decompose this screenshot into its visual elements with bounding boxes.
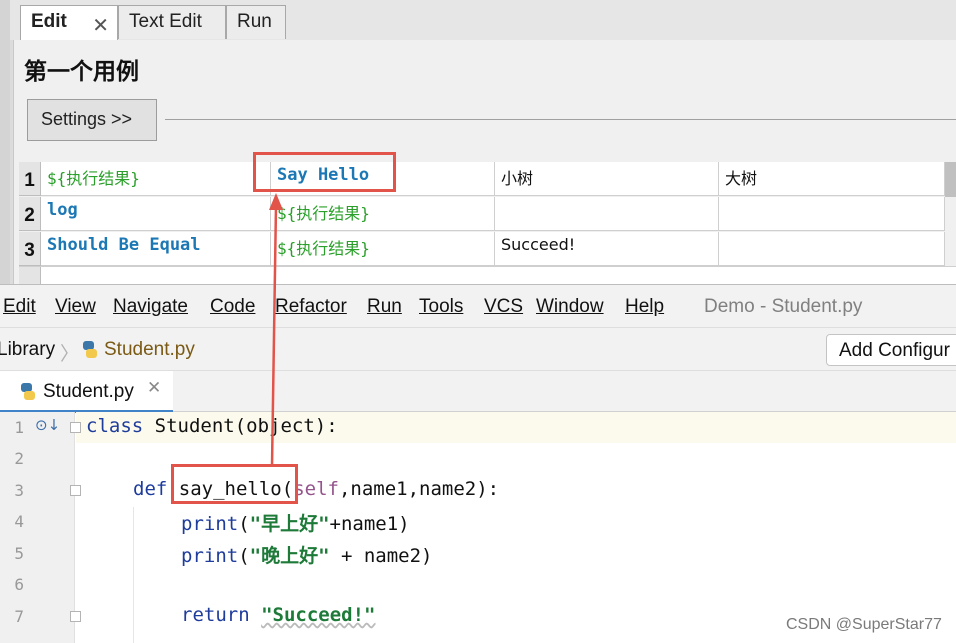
table-row <box>19 266 956 285</box>
table-row: 2 log ${执行结果} <box>19 197 956 231</box>
menu-help[interactable]: Help <box>625 296 664 318</box>
chevron-right-icon: 〉 <box>60 344 80 365</box>
code-text: class Student(object): <box>86 415 338 437</box>
table-cell[interactable]: 大树 <box>719 162 945 196</box>
table-cell[interactable]: log <box>41 197 271 231</box>
line-number: 3 <box>14 481 24 500</box>
python-file-icon <box>21 383 35 400</box>
ride-editor: Edit ✕ Text Edit Run 第一个用例 Settings >> 1… <box>0 0 956 285</box>
fold-icon[interactable] <box>70 611 81 622</box>
table-row: 1 ${执行结果} Say Hello 小树 大树 <box>19 162 956 196</box>
menu-navigate[interactable]: Navigate <box>113 296 188 318</box>
code-line[interactable]: 6 <box>0 569 956 600</box>
code-line[interactable]: 4 print("早上好"+name1) <box>0 506 956 537</box>
menu-code[interactable]: Code <box>210 296 255 318</box>
annotation-box-keyword <box>253 152 396 192</box>
annotation-box-function <box>171 464 298 504</box>
line-number: 2 <box>14 449 24 468</box>
tab-text-edit-label: Text Edit <box>129 11 202 32</box>
menu-bar: Edit View Navigate Code Refactor Run Too… <box>0 285 956 327</box>
tab-edit[interactable]: Edit ✕ <box>20 5 118 41</box>
menu-run[interactable]: Run <box>367 296 402 318</box>
table-cell[interactable]: ${执行结果} <box>41 162 271 196</box>
table-cell[interactable]: 小树 <box>495 162 719 196</box>
code-text: return "Succeed!" <box>181 604 376 626</box>
table-cell[interactable]: ${执行结果} <box>271 232 495 266</box>
table-cell[interactable] <box>719 197 945 231</box>
breadcrumb: Library 〉 Student.py Add Configur <box>0 327 956 370</box>
menu-vcs[interactable]: VCS <box>484 296 523 318</box>
tab-student-py[interactable]: Student.py ✕ <box>0 371 173 413</box>
page-title: 第一个用例 <box>24 59 139 85</box>
code-text: print("早上好"+name1) <box>181 513 410 535</box>
tab-text-edit[interactable]: Text Edit <box>118 5 226 39</box>
table-row: 3 Should Be Equal ${执行结果} Succeed! <box>19 232 956 266</box>
table-cell[interactable] <box>495 197 719 231</box>
fold-icon[interactable] <box>70 422 81 433</box>
menu-refactor[interactable]: Refactor <box>275 296 347 318</box>
line-number: 6 <box>14 575 24 594</box>
pycharm-ide: Edit View Navigate Code Refactor Run Too… <box>0 284 956 643</box>
code-line[interactable]: 2 <box>0 443 956 474</box>
close-icon[interactable]: ✕ <box>92 13 109 38</box>
tab-run-label: Run <box>237 11 272 32</box>
code-line[interactable]: 5 print("晚上好" + name2) <box>0 538 956 569</box>
table-cell[interactable]: Should Be Equal <box>41 232 271 266</box>
row-number[interactable]: 2 <box>19 197 41 231</box>
add-configuration-button[interactable]: Add Configur <box>826 334 956 366</box>
divider <box>165 119 956 120</box>
menu-tools[interactable]: Tools <box>419 296 463 318</box>
code-line[interactable]: 3 def say_hello(self,name1,name2): <box>0 475 956 506</box>
tab-run[interactable]: Run <box>226 5 286 39</box>
code-text: print("晚上好" + name2) <box>181 545 433 567</box>
table-cell[interactable]: ${执行结果} <box>271 197 495 231</box>
table-cell[interactable] <box>719 232 945 266</box>
settings-button[interactable]: Settings >> <box>27 99 157 141</box>
code-line[interactable]: 1 ⊙↓ class Student(object): <box>0 412 956 443</box>
menu-view[interactable]: View <box>55 296 96 318</box>
menu-edit[interactable]: Edit <box>3 296 36 318</box>
editor-tab-bar: Student.py ✕ <box>0 370 956 413</box>
fold-icon[interactable] <box>70 485 81 496</box>
ride-tab-bar: Edit ✕ Text Edit Run <box>10 0 956 41</box>
table-cell[interactable]: Succeed! <box>495 232 719 266</box>
python-file-icon <box>83 341 97 358</box>
row-number[interactable]: 3 <box>19 232 41 266</box>
line-number: 1 <box>14 418 24 437</box>
close-icon[interactable]: ✕ <box>147 378 161 398</box>
row-number[interactable]: 1 <box>19 162 41 196</box>
window-title: Demo - Student.py <box>704 296 863 317</box>
implementation-marker-icon[interactable]: ⊙↓ <box>35 416 60 434</box>
tab-edit-label: Edit <box>31 11 67 32</box>
breadcrumb-library[interactable]: Library <box>0 339 55 361</box>
scrollbar-thumb[interactable] <box>945 162 956 197</box>
breadcrumb-student-py[interactable]: Student.py <box>104 339 195 361</box>
line-number: 4 <box>14 512 24 531</box>
watermark: CSDN @SuperStar77 <box>786 616 942 633</box>
menu-window[interactable]: Window <box>536 296 604 318</box>
left-strip <box>0 0 10 284</box>
tab-label: Student.py <box>43 381 134 402</box>
line-number: 7 <box>14 607 24 626</box>
row-number[interactable] <box>19 267 41 285</box>
line-number: 5 <box>14 544 24 563</box>
